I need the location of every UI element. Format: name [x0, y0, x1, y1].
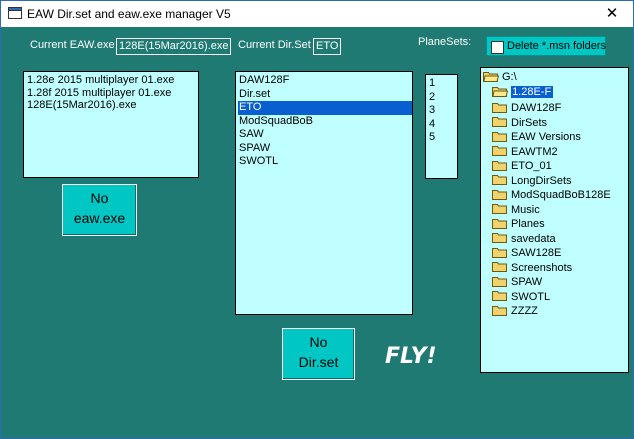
tree-folder-label: SWOTL	[511, 290, 551, 303]
tree-folder-label: Music	[511, 203, 540, 216]
folder-icon	[492, 276, 507, 287]
no-exe-line2: eaw.exe	[73, 210, 126, 226]
tree-folder-label: SPAW	[511, 276, 543, 288]
tree-drive-label: G:\	[502, 71, 517, 83]
folder-icon	[492, 247, 507, 258]
folder-icon	[492, 189, 507, 200]
list-item[interactable]: DAW128F	[238, 74, 412, 88]
no-exe-line1: No	[90, 190, 109, 206]
list-item[interactable]: 1	[428, 77, 457, 91]
list-item[interactable]: SPAW	[238, 142, 412, 156]
planesets-list[interactable]: 1 2 3 4 5	[425, 74, 458, 179]
tree-folder-label: ModSquadBoB128E	[511, 189, 611, 201]
list-item[interactable]: 5	[428, 131, 457, 145]
planesets-label: PlaneSets:	[418, 36, 472, 48]
tree-folder-item[interactable]: SAW128E	[492, 246, 561, 260]
tree-drive[interactable]: G:\	[483, 70, 517, 84]
folder-icon	[492, 117, 507, 128]
tree-folder-item[interactable]: EAWTM2	[492, 145, 558, 159]
tree-folder-label: SAW128E	[511, 247, 562, 259]
checkbox-box[interactable]	[491, 41, 504, 54]
no-dirset-line2: Dir.set	[298, 354, 339, 370]
no-dirset-line1: No	[309, 334, 328, 350]
delete-msn-label: Delete *.msn folders	[507, 40, 607, 52]
folder-icon	[492, 146, 507, 157]
open-folder-icon	[492, 86, 509, 97]
list-item[interactable]: SAW	[238, 128, 412, 142]
title-bar: EAW Dir.set and eaw.exe manager V5 ✕	[1, 1, 633, 27]
tree-folder-item[interactable]: LongDirSets	[492, 174, 572, 188]
folder-icon	[492, 291, 507, 302]
app-icon	[8, 7, 22, 19]
tree-folder-label: EAW Versions	[511, 131, 581, 143]
fly-button[interactable]: FLY!	[385, 344, 437, 369]
close-icon: ✕	[605, 5, 619, 22]
tree-folder-item[interactable]: Screenshots	[492, 261, 572, 275]
delete-msn-checkbox[interactable]: Delete *.msn folders	[486, 36, 606, 56]
tree-folder-item[interactable]: EAW Versions	[492, 130, 581, 144]
folder-icon	[492, 160, 507, 171]
list-item[interactable]: ModSquadBoB	[238, 115, 412, 129]
tree-folder-item[interactable]: ModSquadBoB128E	[492, 188, 611, 202]
folder-icon	[492, 204, 507, 215]
folder-icon	[492, 305, 507, 316]
tree-folder-label: Screenshots	[511, 261, 573, 274]
open-folder-icon	[483, 71, 499, 82]
list-item[interactable]: Dir.set	[238, 88, 412, 102]
folder-icon	[492, 102, 507, 113]
tree-folder-item[interactable]: savedata	[492, 232, 556, 246]
current-dirset-label: Current Dir.Set	[238, 39, 311, 51]
folder-icon	[492, 218, 507, 229]
tree-folder-item[interactable]: DAW128F	[492, 101, 561, 115]
tree-folder-label: ETO_01	[511, 160, 552, 172]
tree-folder-label: DAW128F	[511, 102, 562, 114]
tree-folder-item[interactable]: Music	[492, 203, 540, 217]
folder-icon	[492, 262, 507, 273]
tree-folder-item[interactable]: ETO_01	[492, 159, 552, 173]
current-eaw-value: 128E(15Mar2016).exe	[116, 38, 232, 55]
tree-folder-label: Planes	[511, 218, 545, 230]
tree-folder-item[interactable]: Planes	[492, 217, 545, 231]
list-item[interactable]: 128E(15Mar2016).exe	[26, 99, 198, 112]
list-item[interactable]: 1.28f 2015 multiplayer 01.exe	[26, 87, 198, 100]
window-title: EAW Dir.set and eaw.exe manager V5	[27, 7, 231, 21]
current-dirset-value: ETO	[313, 38, 342, 55]
no-dirset-button[interactable]: No Dir.set	[282, 328, 355, 380]
tree-folder-item[interactable]: DirSets	[492, 116, 547, 130]
tree-folder-item[interactable]: ZZZZ	[492, 304, 538, 318]
tree-current-label: 1.28E-F	[511, 86, 554, 98]
folder-tree[interactable]: G:\ 1.28E-F DAW128F DirSets EAW Versions EA…	[480, 67, 629, 373]
folder-icon	[492, 233, 507, 244]
folder-icon	[492, 131, 507, 142]
tree-folder-label: LongDirSets	[511, 174, 572, 187]
no-exe-button[interactable]: No eaw.exe	[62, 184, 137, 236]
list-item[interactable]: 2	[428, 91, 457, 105]
list-item[interactable]: SWOTL	[238, 155, 412, 169]
close-button[interactable]: ✕	[591, 1, 633, 27]
folder-icon	[492, 175, 507, 186]
tree-folder-label: DirSets	[511, 116, 548, 129]
exe-list[interactable]: 1.28e 2015 multiplayer 01.exe 1.28f 2015…	[23, 71, 199, 178]
tree-folder-label: EAWTM2	[511, 145, 558, 158]
tree-folder-label: ZZZZ	[511, 305, 538, 317]
tree-folder-item[interactable]: SPAW	[492, 275, 542, 289]
dirset-list[interactable]: DAW128F Dir.set ETO ModSquadBoB SAW SPAW…	[235, 71, 413, 315]
list-item[interactable]: 3	[428, 104, 457, 118]
tree-folder-item[interactable]: SWOTL	[492, 290, 550, 304]
list-item[interactable]: 1.28e 2015 multiplayer 01.exe	[26, 74, 198, 87]
tree-folder-label: savedata	[511, 232, 556, 245]
tree-current[interactable]: 1.28E-F	[481, 85, 628, 99]
list-item[interactable]: 4	[428, 118, 457, 132]
list-item-selected[interactable]: ETO	[238, 101, 412, 115]
app-window: EAW Dir.set and eaw.exe manager V5 ✕ Cur…	[0, 0, 634, 439]
current-eaw-label: Current EAW.exe	[30, 39, 115, 51]
